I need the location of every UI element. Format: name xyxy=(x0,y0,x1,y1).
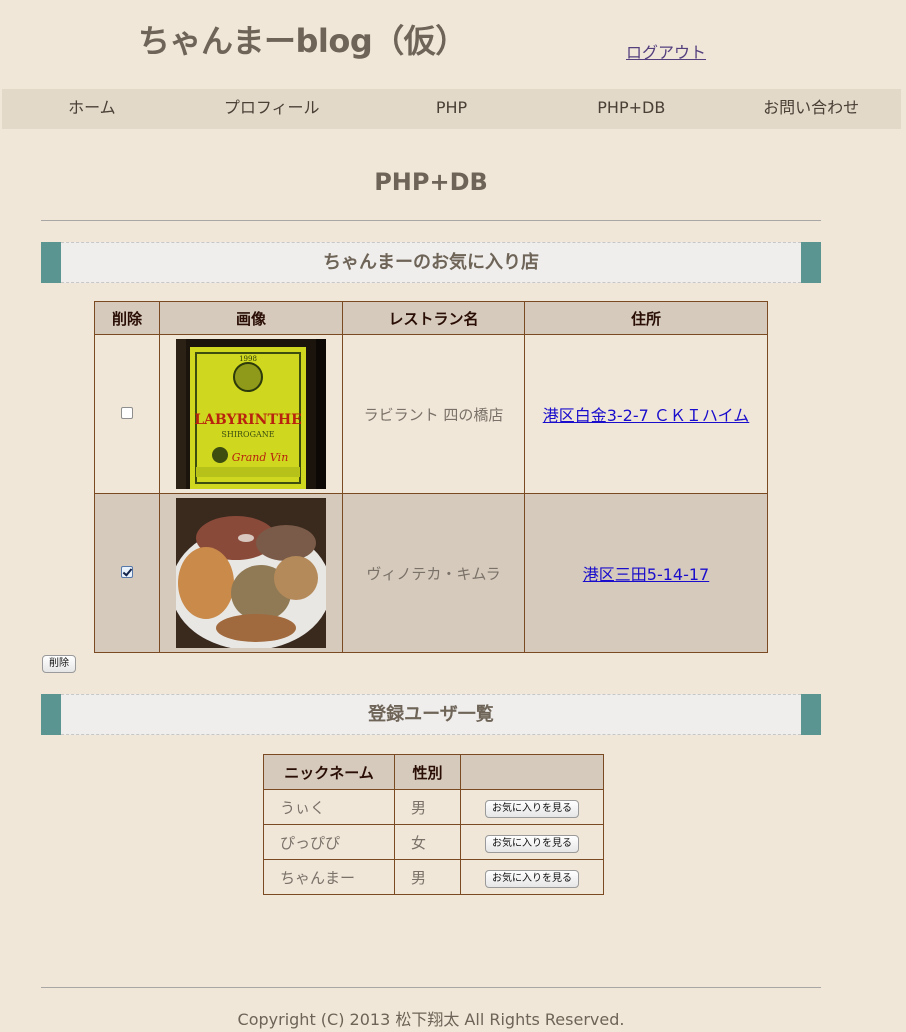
restaurant-name: ヴィノテカ・キムラ xyxy=(342,493,525,653)
divider xyxy=(41,220,821,221)
delete-cell xyxy=(94,493,160,653)
table-row: ヴィノテカ・キムラ 港区三田5-14-17 xyxy=(94,493,768,653)
action-cell: お気に入りを見る xyxy=(460,824,604,860)
column-header-image: 画像 xyxy=(159,301,343,335)
favorites-table: 削除 画像 レストラン名 住所 1998 LABYRINTHE SHIROGAN… xyxy=(94,301,768,653)
action-cell: お気に入りを見る xyxy=(460,789,604,825)
site-title: ちゃんまーblog（仮） xyxy=(138,22,467,60)
nav-item-php[interactable]: PHP xyxy=(362,89,542,129)
nav-item-php-db[interactable]: PHP+DB xyxy=(541,89,721,129)
table-row: 1998 LABYRINTHE SHIROGANE Grand Vin ラビラン… xyxy=(94,334,768,494)
restaurant-photo-labyrinthe: 1998 LABYRINTHE SHIROGANE Grand Vin xyxy=(176,339,326,489)
column-header-nickname: ニックネーム xyxy=(263,754,395,790)
user-nickname: うぃく xyxy=(263,789,395,825)
image-cell xyxy=(159,493,343,653)
user-nickname: ぴっぴぴ xyxy=(263,824,395,860)
user-gender: 男 xyxy=(394,789,461,825)
column-header-address: 住所 xyxy=(524,301,768,335)
table-row: ちゃんまー 男 お気に入りを見る xyxy=(263,859,604,895)
main-nav: ホーム プロフィール PHP PHP+DB お問い合わせ xyxy=(2,89,901,129)
view-favorites-button[interactable]: お気に入りを見る xyxy=(485,799,579,818)
action-cell: お気に入りを見る xyxy=(460,859,604,895)
favorites-section-title: ちゃんまーのお気に入り店 xyxy=(323,252,539,273)
delete-cell xyxy=(94,334,160,494)
table-row: うぃく 男 お気に入りを見る xyxy=(263,789,604,825)
users-table: ニックネーム 性別 うぃく 男 お気に入りを見る ぴっぴぴ 女 お気に入りを見る… xyxy=(263,754,604,895)
svg-text:Grand Vin: Grand Vin xyxy=(232,451,289,464)
delete-checkbox[interactable] xyxy=(121,407,133,419)
favorites-section-header: ちゃんまーのお気に入り店 xyxy=(41,242,821,283)
nav-item-home[interactable]: ホーム xyxy=(2,89,182,129)
restaurant-photo-vinoteca xyxy=(176,498,326,648)
delete-button[interactable]: 削除 xyxy=(42,655,76,673)
column-header-restaurant: レストラン名 xyxy=(342,301,525,335)
address-link[interactable]: 港区白金3-2-7 ＣＫＩハイム xyxy=(543,406,750,425)
footer-divider xyxy=(41,987,821,988)
address-cell: 港区三田5-14-17 xyxy=(524,493,768,653)
svg-text:LABYRINTHE: LABYRINTHE xyxy=(194,412,302,428)
user-gender: 女 xyxy=(394,824,461,860)
footer-copyright: Copyright (C) 2013 松下翔太 All Rights Reser… xyxy=(237,1010,625,1029)
nav-item-profile[interactable]: プロフィール xyxy=(182,89,362,129)
svg-text:SHIROGANE: SHIROGANE xyxy=(221,430,274,439)
column-header-gender: 性別 xyxy=(394,754,461,790)
svg-text:1998: 1998 xyxy=(239,355,257,363)
column-header-action xyxy=(460,754,604,790)
address-link[interactable]: 港区三田5-14-17 xyxy=(583,565,709,584)
image-cell: 1998 LABYRINTHE SHIROGANE Grand Vin xyxy=(159,334,343,494)
users-section-header: 登録ユーザ一覧 xyxy=(41,694,821,735)
user-gender: 男 xyxy=(394,859,461,895)
page-title: PHP+DB xyxy=(374,168,488,196)
delete-checkbox[interactable] xyxy=(121,566,133,578)
column-header-delete: 削除 xyxy=(94,301,160,335)
address-cell: 港区白金3-2-7 ＣＫＩハイム xyxy=(524,334,768,494)
view-favorites-button[interactable]: お気に入りを見る xyxy=(485,834,579,853)
nav-item-contact[interactable]: お問い合わせ xyxy=(721,89,901,129)
users-section-title: 登録ユーザ一覧 xyxy=(368,704,494,725)
table-row: ぴっぴぴ 女 お気に入りを見る xyxy=(263,824,604,860)
view-favorites-button[interactable]: お気に入りを見る xyxy=(485,869,579,888)
restaurant-name: ラビラント 四の橋店 xyxy=(342,334,525,494)
user-nickname: ちゃんまー xyxy=(263,859,395,895)
logout-link[interactable]: ログアウト xyxy=(626,39,706,63)
